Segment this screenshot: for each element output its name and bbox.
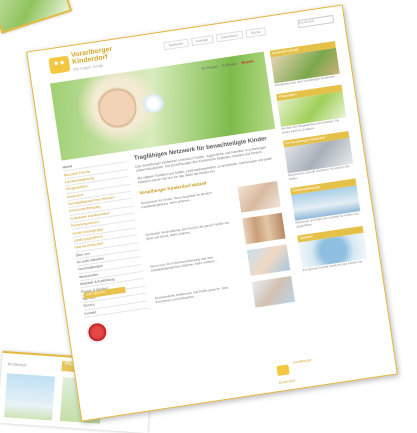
news-photo-group[interactable] [242, 212, 286, 244]
seal-badge-icon[interactable] [85, 320, 109, 344]
topnav-startseite[interactable]: Startseite [163, 38, 189, 51]
main-content: Tragfähiges Netzwerk für benachteiligte … [133, 134, 295, 322]
topnav-impressum[interactable]: Impressum [215, 30, 244, 43]
teaser-box[interactable]: Erlebnispädagogik Abenteuer und Natur al… [290, 178, 361, 229]
website-page: Vorarlberger Kinderdorf Wir tragen Sorge… [26, 4, 398, 422]
top-navigation: Startseite Kontakt Impressum Suche [163, 27, 267, 51]
background-photo-sky [4, 373, 56, 421]
news-photo-kids[interactable] [246, 243, 291, 276]
hero-child [95, 81, 140, 131]
news-photo-play[interactable] [251, 275, 295, 308]
footer-logo-icon [276, 364, 290, 377]
hero-bubble [138, 92, 168, 115]
background-page-top [0, 0, 73, 34]
news-text: Ehrenamtliche Helferinnen und Helfer ges… [154, 285, 229, 304]
teaser-box[interactable]: Kinderdorf aktuell Neuigkeiten aus dem V… [269, 40, 341, 88]
footer-logo[interactable]: Vorarlberger Kinderdorf [276, 358, 314, 385]
logo-text: Vorarlberger Kinderdorf Wir tragen Sorge [71, 46, 115, 73]
teaser-box[interactable]: Ihr Vorarlberger Kinderdorf Gemeinsam Zu… [283, 131, 354, 182]
logo-icon [48, 55, 71, 74]
search-input[interactable]: Suchbegriff [297, 14, 335, 29]
news-photo-baby[interactable] [237, 180, 281, 213]
background-page-label: Kinderdorf [7, 361, 27, 368]
topnav-suche[interactable]: Suche [245, 27, 267, 38]
site-logo[interactable]: Vorarlberger Kinderdorf Wir tragen Sorge [48, 46, 115, 76]
teaser-box[interactable]: Spenden Ihre Spende kommt direkt bei den… [297, 225, 368, 272]
teaser-box[interactable]: Pflegeeltern Werden Sie Pflegefamilie un… [276, 84, 347, 135]
topnav-kontakt[interactable]: Kontakt [190, 34, 214, 47]
